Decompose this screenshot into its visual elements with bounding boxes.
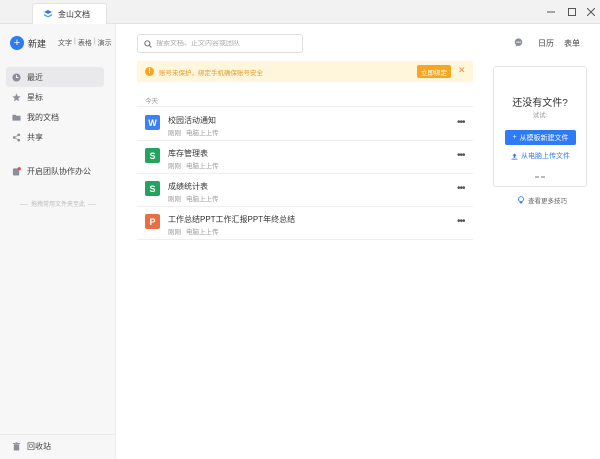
clock-icon <box>12 72 21 82</box>
folder-drop-hint: 拖拽常用文件夹至此 <box>0 199 116 208</box>
file-row[interactable]: S 成绩统计表 刚刚 电脑上上传 ••• <box>137 174 473 206</box>
sidebar-item-label: 共享 <box>27 132 43 142</box>
file-name: 校园活动通知 <box>168 116 216 125</box>
folder-icon <box>12 114 21 121</box>
sidebar-item-label: 星标 <box>27 92 43 102</box>
chat-icon[interactable] <box>514 38 523 47</box>
kdocs-logo-icon <box>44 10 52 18</box>
sidebar-divider <box>0 434 116 435</box>
empty-title: 还没有文件? <box>512 98 568 109</box>
file-name: 库存管理表 <box>168 149 208 158</box>
sidebar-item-label: 开启团队协作办公 <box>27 166 91 176</box>
calendar-button[interactable]: 日历 <box>538 38 554 49</box>
more-options-icon[interactable]: ••• <box>457 117 465 128</box>
title-bar: 金山文档 <box>0 0 600 24</box>
file-name: 成绩统计表 <box>168 182 208 191</box>
form-label: 表单 <box>564 39 580 48</box>
sidebar-item-recent[interactable]: 最近 <box>6 67 104 87</box>
search-box[interactable] <box>137 34 303 53</box>
carousel-dots[interactable] <box>535 176 545 178</box>
upload-link-label: 从电脑上传文件 <box>521 153 570 160</box>
tips-label: 查看更多技巧 <box>528 198 567 205</box>
file-row[interactable]: W 校园活动通知 刚刚 电脑上上传 ••• <box>137 108 473 140</box>
search-input[interactable] <box>156 40 296 47</box>
tab-title: 金山文档 <box>58 9 90 19</box>
section-today-label: 今天 <box>145 98 158 105</box>
file-meta: 刚刚 电脑上上传 <box>168 193 219 203</box>
doc-file-icon: W <box>145 115 160 130</box>
file-source: 电脑上上传 <box>186 196 219 203</box>
file-source: 电脑上上传 <box>186 229 219 236</box>
file-time: 刚刚 <box>168 130 181 137</box>
new-from-template-button[interactable]: + 从模板新建文件 <box>505 130 576 145</box>
bind-phone-button[interactable]: 立即绑定 <box>417 65 451 78</box>
app-tab[interactable]: 金山文档 <box>32 3 107 24</box>
template-button-label: 从模板新建文件 <box>519 134 569 142</box>
lightbulb-icon <box>518 196 524 204</box>
empty-subtitle: 试试: <box>532 112 548 119</box>
maximize-icon[interactable] <box>565 5 579 19</box>
sidebar-item-starred[interactable]: 星标 <box>6 87 104 107</box>
sidebar-item-team[interactable]: 开启团队协作办公 <box>6 161 104 181</box>
sidebar-item-my-docs[interactable]: 我的文档 <box>6 107 104 127</box>
file-meta: 刚刚 电脑上上传 <box>168 127 219 137</box>
sidebar-item-label: 最近 <box>27 72 43 82</box>
sidebar-item-label: 我的文档 <box>27 112 59 122</box>
file-time: 刚刚 <box>168 196 181 203</box>
file-row[interactable]: S 库存管理表 刚刚 电脑上上传 ••• <box>137 141 473 173</box>
trash-icon <box>12 442 21 451</box>
file-name: 工作总结PPT工作汇报PPT年终总结 <box>168 215 296 224</box>
empty-state-panel: 还没有文件? 试试: + 从模板新建文件 从电脑上传文件 <box>493 66 587 187</box>
new-plus-icon[interactable]: + <box>10 36 24 50</box>
search-icon <box>144 39 152 48</box>
recycle-bin-label: 回收站 <box>27 442 51 451</box>
calendar-label: 日历 <box>538 39 554 48</box>
warning-icon: ! <box>145 67 154 76</box>
file-time: 刚刚 <box>168 163 181 170</box>
new-button[interactable]: 新建 <box>28 37 46 50</box>
more-tips-link[interactable]: 查看更多技巧 <box>517 195 567 205</box>
close-icon[interactable] <box>584 5 598 19</box>
team-icon <box>12 166 21 176</box>
sidebar: + 新建 文字 | 表格 | 演示 最近 星标 我的文档 共享 开启团队协作办公… <box>0 24 116 459</box>
file-source: 电脑上上传 <box>186 130 219 137</box>
security-banner: ! 账号未保护，绑定手机确保账号安全 立即绑定 ✕ <box>137 61 473 82</box>
new-row: + 新建 文字 | 表格 | 演示 <box>10 36 112 50</box>
sheet-file-icon: S <box>145 181 160 196</box>
more-options-icon[interactable]: ••• <box>457 183 465 194</box>
upload-from-computer-link[interactable]: 从电脑上传文件 <box>511 151 570 161</box>
more-options-icon[interactable]: ••• <box>457 216 465 227</box>
more-options-icon[interactable]: ••• <box>457 150 465 161</box>
new-slides-link[interactable]: 演示 <box>98 38 112 48</box>
banner-close-icon[interactable]: ✕ <box>458 65 466 76</box>
minimize-icon[interactable] <box>544 5 558 19</box>
share-icon <box>12 132 21 142</box>
file-source: 电脑上上传 <box>186 163 219 170</box>
form-button[interactable]: 表单 <box>564 38 580 49</box>
star-icon <box>12 92 21 101</box>
new-doc-link[interactable]: 文字 <box>58 38 72 48</box>
file-meta: 刚刚 电脑上上传 <box>168 160 219 170</box>
upload-icon <box>511 152 518 160</box>
list-divider <box>137 239 473 240</box>
list-divider <box>137 106 473 107</box>
file-time: 刚刚 <box>168 229 181 236</box>
plus-icon: + <box>512 134 517 141</box>
slides-file-icon: P <box>145 214 160 229</box>
doc-type-shortcuts: 文字 | 表格 | 演示 <box>58 38 112 48</box>
sheet-file-icon: S <box>145 148 160 163</box>
file-row[interactable]: P 工作总结PPT工作汇报PPT年终总结 刚刚 电脑上上传 ••• <box>137 207 473 239</box>
recycle-bin-item[interactable]: 回收站 <box>12 441 51 452</box>
new-sheet-link[interactable]: 表格 <box>78 38 92 48</box>
sidebar-item-shared[interactable]: 共享 <box>6 127 104 147</box>
file-meta: 刚刚 电脑上上传 <box>168 226 219 236</box>
banner-message: 账号未保护，绑定手机确保账号安全 <box>159 69 263 77</box>
